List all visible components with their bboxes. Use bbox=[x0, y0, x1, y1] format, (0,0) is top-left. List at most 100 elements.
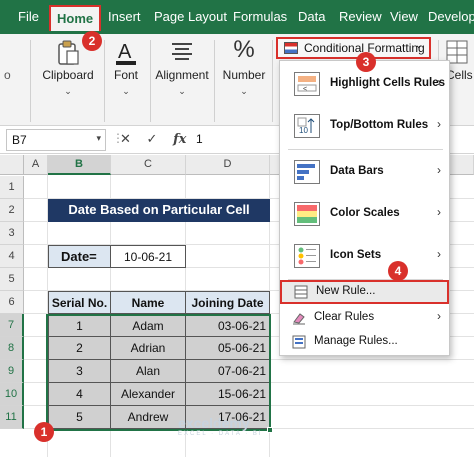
column-header-d[interactable]: D bbox=[186, 155, 270, 175]
tab-formulas[interactable]: Formulas bbox=[233, 9, 287, 24]
data-bars-icon bbox=[294, 160, 320, 184]
row-header-2[interactable]: 2 bbox=[0, 199, 24, 222]
column-header-a[interactable]: A bbox=[24, 155, 48, 175]
tab-view[interactable]: View bbox=[390, 9, 418, 24]
align-lines-icon bbox=[171, 40, 193, 67]
tab-home[interactable]: Home bbox=[49, 5, 102, 31]
menu-item-label: Clear Rules bbox=[314, 311, 375, 323]
table-cell-serial[interactable]: 3 bbox=[48, 360, 111, 383]
table-cell-serial[interactable]: 4 bbox=[48, 383, 111, 406]
chevron-right-icon: › bbox=[437, 117, 441, 131]
date-value-cell[interactable]: 10-06-21 bbox=[111, 245, 186, 268]
menu-item-manage-rules[interactable]: Manage Rules... bbox=[280, 330, 449, 354]
date-label-cell[interactable]: Date= bbox=[48, 245, 111, 268]
watermark-logo: exceldemy EXCEL · DATA · BI bbox=[178, 415, 263, 437]
tab-insert[interactable]: Insert bbox=[108, 9, 141, 24]
row-header-6[interactable]: 6 bbox=[0, 291, 24, 314]
table-cell-name[interactable]: Andrew bbox=[111, 406, 186, 429]
menu-item-data-bars[interactable]: Data Bars › bbox=[280, 151, 449, 193]
row-header-11[interactable]: 11 bbox=[0, 406, 24, 429]
table-cell-serial[interactable]: 2 bbox=[48, 337, 111, 360]
fx-icon[interactable]: fx bbox=[173, 132, 186, 147]
table-cell-name[interactable]: Adrian bbox=[111, 337, 186, 360]
chevron-right-icon: › bbox=[437, 309, 441, 323]
alignment-group[interactable]: Alignment ⌄ bbox=[154, 34, 210, 126]
font-label: Font bbox=[113, 68, 138, 82]
header-name[interactable]: Name bbox=[111, 291, 186, 314]
cells-label[interactable]: Cells bbox=[446, 68, 473, 82]
svg-text:10: 10 bbox=[299, 126, 308, 135]
cancel-icon[interactable]: ✕ bbox=[120, 131, 131, 146]
formula-input[interactable]: 1 bbox=[196, 132, 203, 146]
chevron-down-icon: ▾ bbox=[96, 133, 101, 143]
tab-review[interactable]: Review bbox=[339, 9, 382, 24]
chevron-down-icon: ⌄ bbox=[414, 40, 423, 51]
chevron-right-icon: › bbox=[437, 205, 441, 219]
table-cell-serial[interactable]: 5 bbox=[48, 406, 111, 429]
partial-group-icon: o bbox=[4, 68, 11, 82]
step-badge-2: 2 bbox=[82, 31, 102, 51]
step-badge-1: 1 bbox=[34, 422, 54, 442]
conditional-formatting-button[interactable]: Conditional Formatting ⌄ bbox=[276, 37, 431, 59]
row-header-4[interactable]: 4 bbox=[0, 245, 24, 268]
font-group[interactable]: A Font ⌄ bbox=[108, 34, 144, 126]
menu-item-icon-sets[interactable]: Icon Sets › bbox=[280, 235, 449, 277]
number-group[interactable]: % Number ⌄ bbox=[218, 34, 270, 126]
column-header-b[interactable]: B bbox=[48, 155, 111, 175]
header-serial-no[interactable]: Serial No. bbox=[48, 291, 111, 314]
table-cell-date[interactable]: 15-06-21 bbox=[186, 383, 270, 406]
menu-item-new-rule[interactable]: New Rule... bbox=[280, 280, 449, 304]
svg-text:<: < bbox=[303, 86, 307, 93]
menu-item-color-scales[interactable]: Color Scales › bbox=[280, 193, 449, 235]
tab-page-layout[interactable]: Page Layout bbox=[154, 9, 227, 24]
row-header-9[interactable]: 9 bbox=[0, 360, 24, 383]
new-rule-icon bbox=[294, 285, 308, 299]
sheet-title-cell[interactable]: Date Based on Particular Cell bbox=[48, 199, 270, 222]
conditional-formatting-icon bbox=[284, 42, 298, 54]
name-box[interactable]: B7 ▾ bbox=[6, 129, 106, 151]
step-badge-3: 3 bbox=[356, 52, 376, 72]
number-label: Number bbox=[222, 68, 266, 82]
clipboard-icon bbox=[56, 40, 80, 71]
chevron-right-icon: › bbox=[437, 75, 441, 89]
tab-data[interactable]: Data bbox=[298, 9, 325, 24]
menu-item-top-bottom-rules[interactable]: 10 Top/Bottom Rules › bbox=[280, 105, 449, 147]
name-box-value: B7 bbox=[12, 133, 27, 147]
header-joining-date[interactable]: Joining Date bbox=[186, 291, 270, 314]
table-cell-date[interactable]: 05-06-21 bbox=[186, 337, 270, 360]
enter-icon[interactable]: ✓ bbox=[147, 131, 158, 146]
menu-item-clear-rules[interactable]: Clear Rules › bbox=[280, 306, 449, 330]
table-cell-name[interactable]: Adam bbox=[111, 314, 186, 337]
row-header-5[interactable]: 5 bbox=[0, 268, 24, 291]
row-header-10[interactable]: 10 bbox=[0, 383, 24, 406]
chevron-down-icon: ⌄ bbox=[122, 86, 130, 96]
tab-file[interactable]: File bbox=[18, 9, 39, 24]
table-cell-date[interactable]: 07-06-21 bbox=[186, 360, 270, 383]
table-cell-name[interactable]: Alan bbox=[111, 360, 186, 383]
row-header-1[interactable]: 1 bbox=[0, 176, 24, 199]
chevron-down-icon: ⌄ bbox=[64, 86, 72, 96]
svg-text:A: A bbox=[118, 41, 132, 63]
row-header-3[interactable]: 3 bbox=[0, 222, 24, 245]
menu-item-label: Top/Bottom Rules bbox=[330, 119, 429, 131]
excel-window: File Home Insert Page Layout Formulas Da… bbox=[0, 0, 474, 457]
row-header-8[interactable]: 8 bbox=[0, 337, 24, 360]
conditional-formatting-menu: < Highlight Cells Rules › 10 Top/Bottom … bbox=[279, 60, 450, 356]
table-cell-serial[interactable]: 1 bbox=[48, 314, 111, 337]
chevron-right-icon: › bbox=[437, 163, 441, 177]
menu-item-label: Color Scales bbox=[330, 207, 400, 219]
menu-item-label: Data Bars bbox=[330, 165, 384, 177]
chevron-right-icon: › bbox=[437, 247, 441, 261]
table-cell-date[interactable]: 03-06-21 bbox=[186, 314, 270, 337]
formula-icons: ✕ ✓ fx bbox=[120, 131, 198, 147]
step-badge-4: 4 bbox=[388, 261, 408, 281]
row-header-7[interactable]: 7 bbox=[0, 314, 24, 337]
color-scales-icon bbox=[294, 202, 320, 226]
select-all-corner[interactable] bbox=[0, 155, 24, 175]
chevron-down-icon: ⌄ bbox=[240, 86, 248, 96]
table-cell-name[interactable]: Alexander bbox=[111, 383, 186, 406]
column-header-c[interactable]: C bbox=[111, 155, 186, 175]
tab-developer[interactable]: Develop bbox=[428, 9, 474, 24]
fill-handle[interactable] bbox=[267, 427, 273, 433]
chevron-down-icon: ⌄ bbox=[178, 86, 186, 96]
